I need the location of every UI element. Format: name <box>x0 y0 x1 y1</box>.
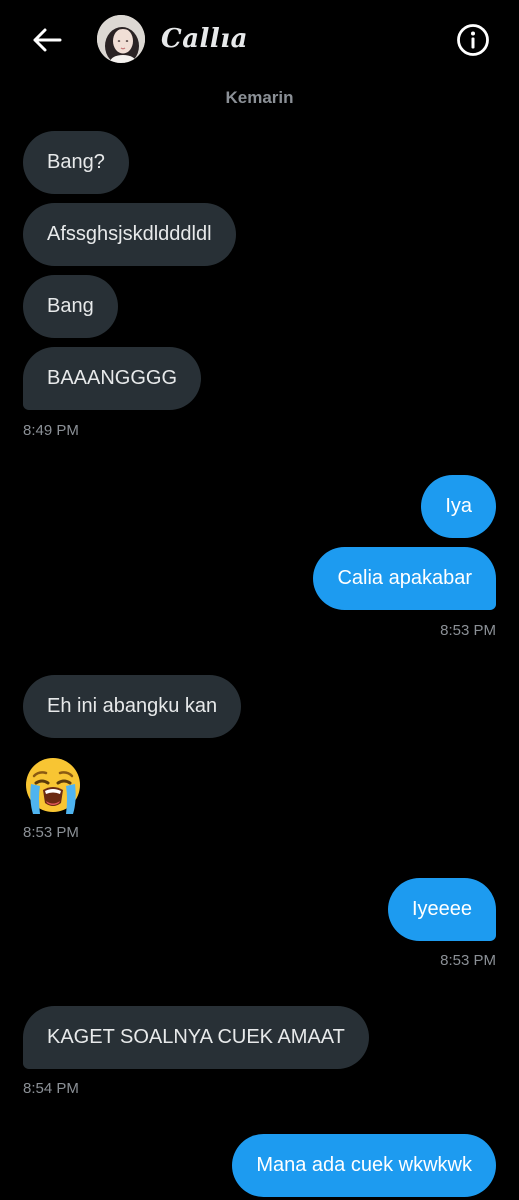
back-button[interactable] <box>30 24 64 56</box>
message-timestamp: 8:53 PM <box>440 622 496 639</box>
conversation-header: Callıa <box>0 0 519 80</box>
message-timestamp: 8:53 PM <box>23 824 79 841</box>
arrow-left-icon <box>33 28 62 52</box>
incoming-message[interactable]: Afssghsjskdldddldl <box>23 203 236 266</box>
incoming-message[interactable]: BAAANGGGG <box>23 347 202 410</box>
date-separator: Kemarin <box>225 88 294 107</box>
contact-name[interactable]: Callıa <box>161 24 248 54</box>
loudly-crying-face-emoji[interactable] <box>23 756 83 816</box>
outgoing-message[interactable]: Mana ada cuek wkwkwk <box>232 1134 496 1197</box>
message-timestamp: 8:53 PM <box>440 952 496 969</box>
incoming-message[interactable]: Bang? <box>23 131 129 194</box>
outgoing-message[interactable]: Calia apakabar <box>313 547 496 610</box>
incoming-message[interactable]: Eh ini abangku kan <box>23 675 242 738</box>
incoming-message[interactable]: KAGET SOALNYA CUEK AMAAT <box>23 1006 369 1069</box>
incoming-message[interactable]: Bang <box>23 275 118 338</box>
avatar[interactable] <box>97 15 145 63</box>
conversation-info-button[interactable] <box>455 22 491 58</box>
outgoing-message[interactable]: Iya <box>421 475 496 538</box>
outgoing-message[interactable]: Iyeeee <box>387 878 496 941</box>
info-circle-icon <box>457 24 489 56</box>
message-timestamp: 8:54 PM <box>23 1080 79 1097</box>
message-timestamp: 8:49 PM <box>23 422 79 439</box>
